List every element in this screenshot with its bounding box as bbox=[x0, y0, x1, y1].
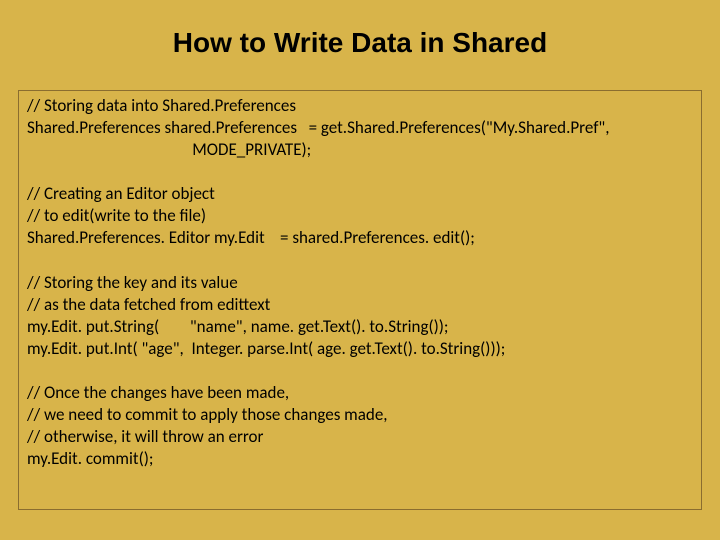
code-line: // we need to commit to apply those chan… bbox=[27, 404, 693, 426]
code-line: my.Edit. commit(); bbox=[27, 448, 693, 470]
code-line: my.Edit. put.Int( "age", Integer. parse.… bbox=[27, 338, 693, 360]
code-line: // Once the changes have been made, bbox=[27, 382, 693, 404]
code-line: // to edit(write to the file) bbox=[27, 205, 693, 227]
code-line: // otherwise, it will throw an error bbox=[27, 426, 693, 448]
blank-line bbox=[27, 250, 693, 272]
code-line: my.Edit. put.String( "name", name. get.T… bbox=[27, 316, 693, 338]
code-line: Shared.Preferences shared.Preferences = … bbox=[27, 117, 693, 139]
slide-title: How to Write Data in Shared bbox=[0, 0, 720, 60]
code-line: // Storing data into Shared.Preferences bbox=[27, 95, 693, 117]
blank-line bbox=[27, 360, 693, 382]
code-line: // Storing the key and its value bbox=[27, 272, 693, 294]
blank-line bbox=[27, 161, 693, 183]
code-line: // Creating an Editor object bbox=[27, 183, 693, 205]
code-line: Shared.Preferences. Editor my.Edit = sha… bbox=[27, 227, 693, 249]
code-block: // Storing data into Shared.Preferences … bbox=[18, 90, 702, 510]
code-line: MODE_PRIVATE); bbox=[27, 139, 693, 161]
code-line: // as the data fetched from edittext bbox=[27, 294, 693, 316]
